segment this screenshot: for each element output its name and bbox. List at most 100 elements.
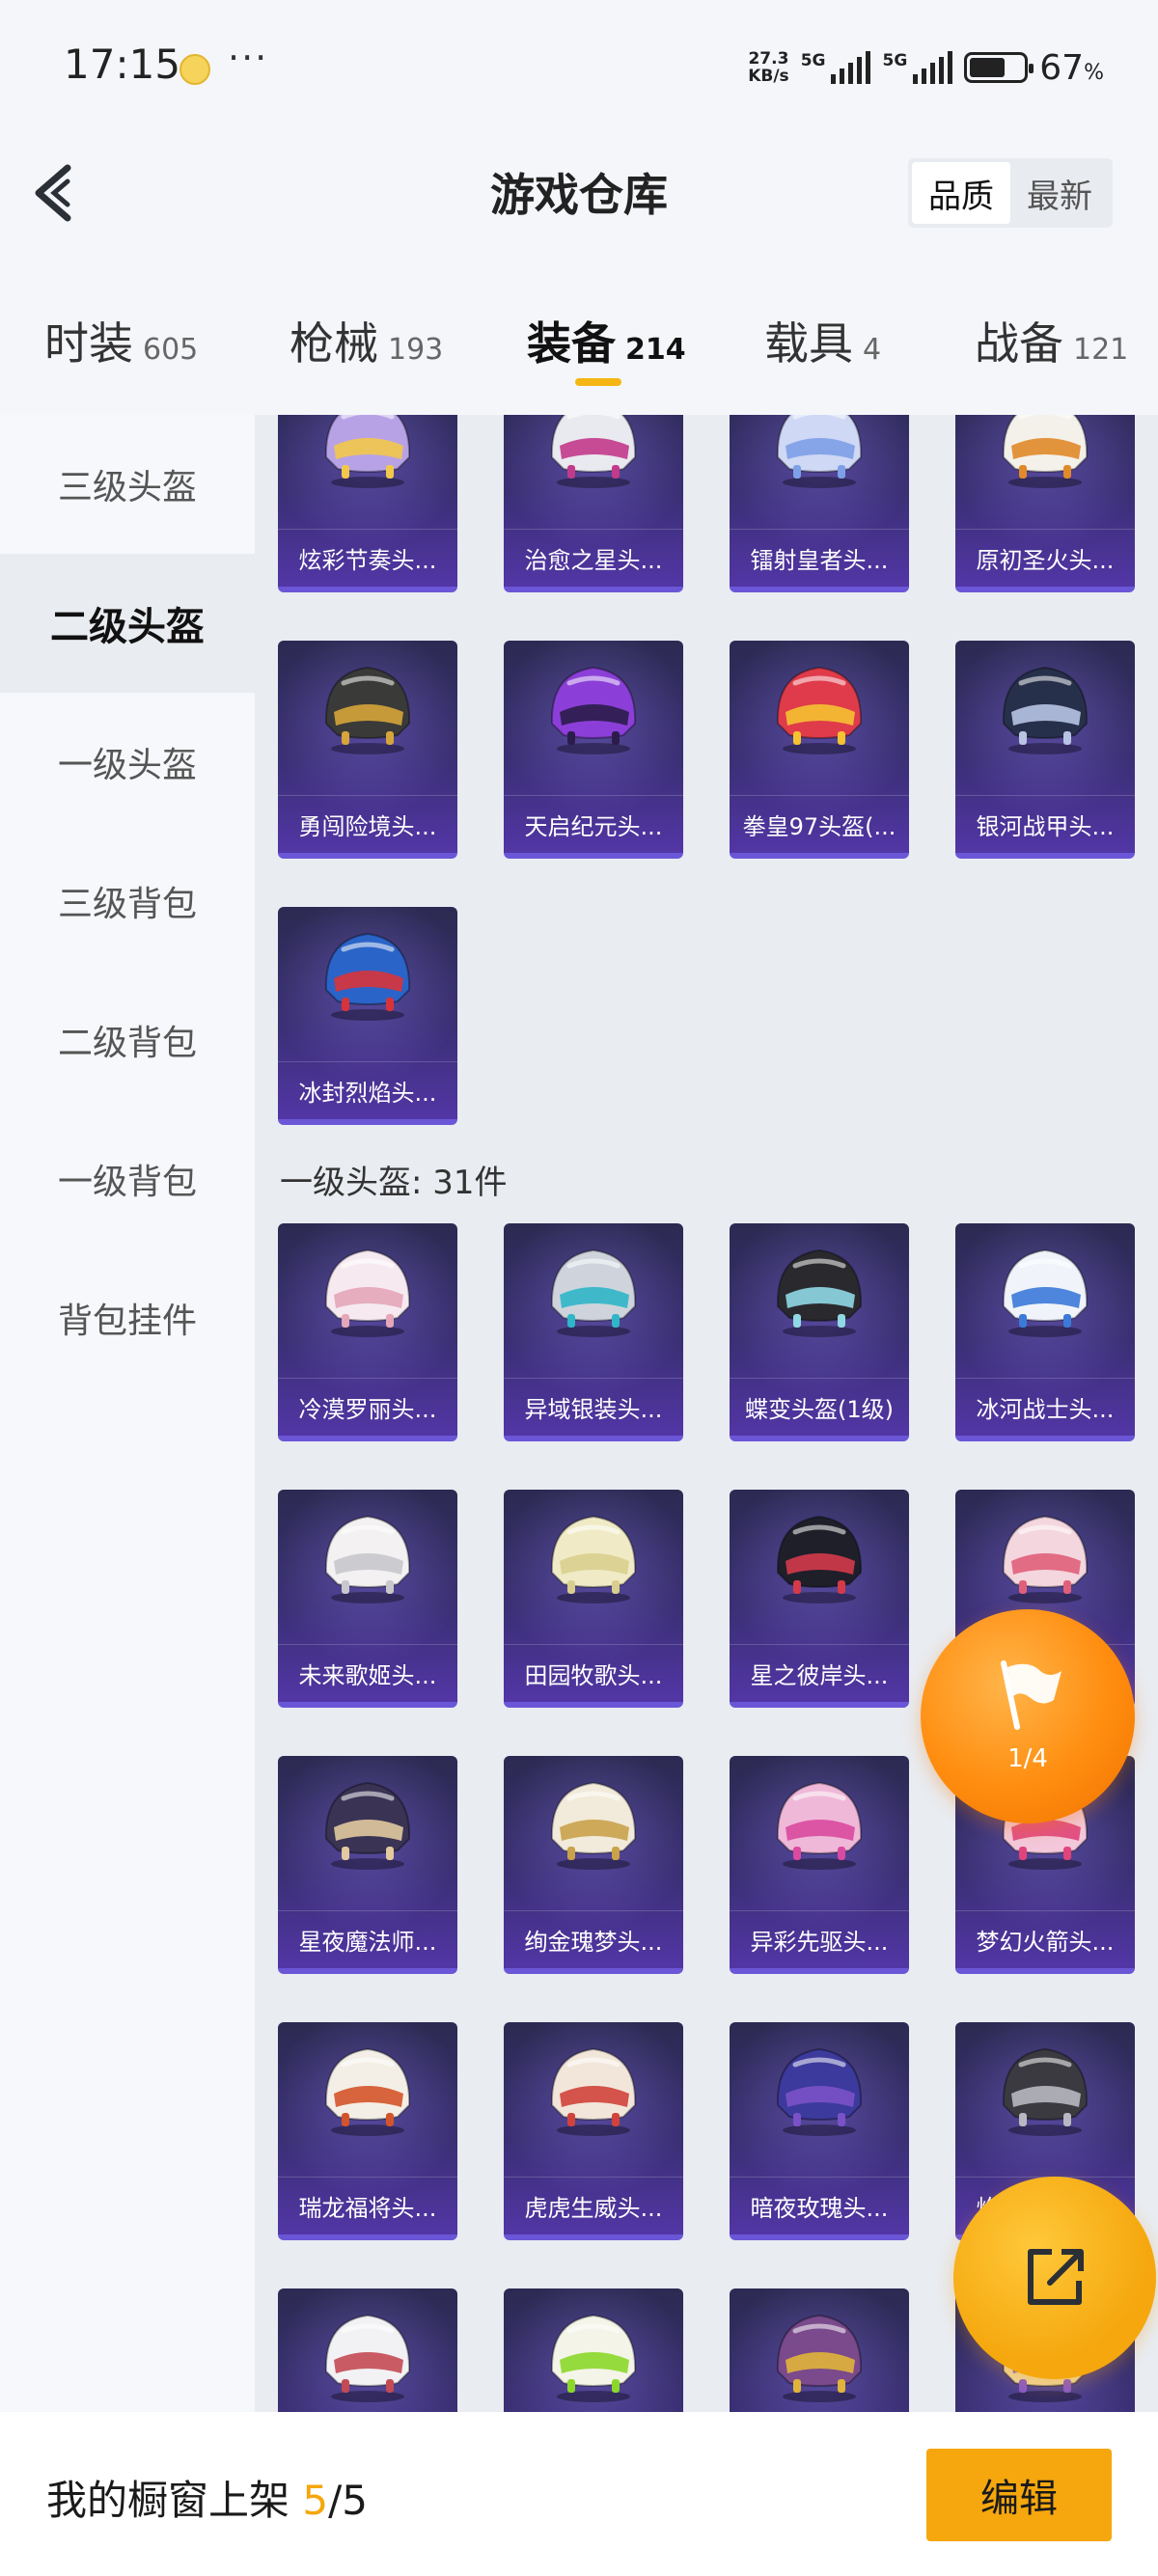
tab-equipment[interactable]: 装备 214: [527, 309, 686, 372]
helmet-card[interactable]: 原初圣火头...: [955, 415, 1135, 592]
helmet-icon: [766, 654, 872, 760]
tab-firearms[interactable]: 枪械 193: [290, 309, 443, 372]
helmet-name: 天启纪元头...: [504, 795, 683, 853]
sort-latest-button[interactable]: 最新: [1010, 162, 1109, 224]
status-indicators: 27.3 KB/s 5G 5G 67%: [748, 46, 1104, 89]
helmet-name: 瑞龙福将头...: [278, 2177, 457, 2234]
helmet-icon: [766, 2036, 872, 2142]
category-tabs: 时装 605 枪械 193 装备 214 载具 4 战备 121: [0, 289, 1158, 396]
showcase-label: 我的橱窗上架 5/5: [46, 2477, 368, 2524]
helmet-card[interactable]: 蝶变头盔(1级): [730, 1223, 909, 1441]
helmet-name: 拳皇97头盔(...: [730, 795, 909, 853]
tab-vehicles[interactable]: 载具 4: [764, 309, 881, 372]
helmet-icon: [540, 1769, 647, 1876]
sort-quality-button[interactable]: 品质: [912, 162, 1010, 224]
sidebar-item-level3-helmet[interactable]: 三级头盔: [0, 415, 255, 554]
sidebar-item-level3-backpack[interactable]: 三级背包: [0, 832, 255, 971]
helmet-name: 炫彩节奏头...: [278, 529, 457, 587]
helmet-icon: [315, 2302, 421, 2408]
helmet-name: 田园牧歌头...: [504, 1644, 683, 1702]
sidebar: 三级头盔 二级头盔 一级头盔 三级背包 二级背包 一级背包 背包挂件: [0, 415, 255, 2412]
notification-emoji-icon: [179, 54, 210, 85]
helmet-card[interactable]: 暗夜玫瑰头...: [730, 2022, 909, 2240]
helmet-card[interactable]: 银河战甲头...: [955, 641, 1135, 859]
sidebar-item-level1-backpack[interactable]: 一级背包: [0, 1110, 255, 1248]
helmet-name: 星之彼岸头...: [730, 1644, 909, 1702]
helmet-icon: [315, 415, 421, 494]
helmet-icon: [540, 1503, 647, 1609]
helmet-name: 银河战甲头...: [955, 795, 1135, 853]
section-title: 一级头盔: 31件: [280, 1164, 508, 1202]
helmet-icon: [766, 1237, 872, 1343]
edit-button[interactable]: 编辑: [926, 2449, 1112, 2541]
helmet-card[interactable]: 星夜魔法师...: [278, 1756, 457, 1974]
helmet-icon: [992, 1503, 1098, 1609]
helmet-card[interactable]: 炫彩节奏头...: [278, 415, 457, 592]
bottom-bar: 我的橱窗上架 5/5 编辑: [0, 2412, 1158, 2576]
helmet-card[interactable]: 治愈之星头...: [504, 415, 683, 592]
status-bar: 17:15 ··· 27.3 KB/s 5G 5G 67%: [0, 0, 1158, 135]
helmet-icon: [315, 1503, 421, 1609]
helmet-card[interactable]: 冰封烈焰头...: [278, 907, 457, 1125]
helmet-icon: [540, 2302, 647, 2408]
sidebar-item-backpack-charm[interactable]: 背包挂件: [0, 1248, 255, 1387]
helmet-name: 蝶变头盔(1级): [730, 1378, 909, 1436]
helmet-card[interactable]: 田园牧歌头...: [504, 1490, 683, 1708]
helmet-icon: [766, 415, 872, 494]
tab-fashion[interactable]: 时装 605: [44, 309, 198, 372]
helmet-card[interactable]: [278, 2288, 457, 2412]
helmet-card[interactable]: 瑞龙福将头...: [278, 2022, 457, 2240]
share-icon: [1028, 2249, 1084, 2305]
helmet-name: 原初圣火头...: [955, 529, 1135, 587]
helmet-name: 冰河战士头...: [955, 1378, 1135, 1436]
item-grid-area: 炫彩节奏头... 治愈之星头... 镭射皇者头... 原初圣火头... 勇闯险境头...…: [255, 415, 1158, 2412]
sidebar-item-level2-helmet[interactable]: 二级头盔: [0, 554, 255, 693]
helmet-icon: [766, 2302, 872, 2408]
helmet-icon: [315, 2036, 421, 2142]
flag-progress-button[interactable]: 1/4: [921, 1609, 1135, 1823]
flag-icon: [1001, 1660, 1062, 1730]
helmet-icon: [992, 415, 1098, 494]
helmet-icon: [540, 415, 647, 494]
helmet-icon: [540, 2036, 647, 2142]
helmet-card[interactable]: 绚金瑰梦头...: [504, 1756, 683, 1974]
tab-active-indicator: [575, 378, 621, 386]
signal-icon: 5G: [882, 51, 953, 84]
helmet-name: 异彩先驱头...: [730, 1910, 909, 1968]
sidebar-item-level1-helmet[interactable]: 一级头盔: [0, 693, 255, 832]
helmet-card[interactable]: 冰河战士头...: [955, 1223, 1135, 1441]
helmet-card[interactable]: 冷漠罗丽头...: [278, 1223, 457, 1441]
helmet-icon: [315, 1237, 421, 1343]
helmet-icon: [766, 1769, 872, 1876]
helmet-card[interactable]: 异彩先驱头...: [730, 1756, 909, 1974]
helmet-icon: [315, 1769, 421, 1876]
helmet-icon: [315, 654, 421, 760]
signal-icon: 5G: [801, 51, 871, 84]
share-button[interactable]: [953, 2177, 1156, 2379]
helmet-name: 治愈之星头...: [504, 529, 683, 587]
helmet-name: 冰封烈焰头...: [278, 1061, 457, 1119]
helmet-card[interactable]: 勇闯险境头...: [278, 641, 457, 859]
helmet-icon: [540, 1237, 647, 1343]
helmet-card[interactable]: 天启纪元头...: [504, 641, 683, 859]
helmet-card[interactable]: 虎虎生威头...: [504, 2022, 683, 2240]
helmet-icon: [766, 1503, 872, 1609]
helmet-icon: [992, 2036, 1098, 2142]
helmet-icon: [315, 920, 421, 1027]
helmet-card[interactable]: [730, 2288, 909, 2412]
more-notifications-icon: ···: [228, 37, 269, 79]
helmet-icon: [540, 654, 647, 760]
helmet-card[interactable]: 未来歌姬头...: [278, 1490, 457, 1708]
helmet-card[interactable]: 星之彼岸头...: [730, 1490, 909, 1708]
helmet-name: 绚金瑰梦头...: [504, 1910, 683, 1968]
helmet-card[interactable]: [504, 2288, 683, 2412]
helmet-name: 虎虎生威头...: [504, 2177, 683, 2234]
sort-toggle: 品质 最新: [908, 158, 1113, 228]
helmet-card[interactable]: 拳皇97头盔(...: [730, 641, 909, 859]
tab-battle-prep[interactable]: 战备 121: [975, 309, 1128, 372]
helmet-card[interactable]: 镭射皇者头...: [730, 415, 909, 592]
helmet-card[interactable]: 异域银装头...: [504, 1223, 683, 1441]
sidebar-item-level2-backpack[interactable]: 二级背包: [0, 971, 255, 1110]
helmet-name: 梦幻火箭头...: [955, 1910, 1135, 1968]
helmet-name: 冷漠罗丽头...: [278, 1378, 457, 1436]
